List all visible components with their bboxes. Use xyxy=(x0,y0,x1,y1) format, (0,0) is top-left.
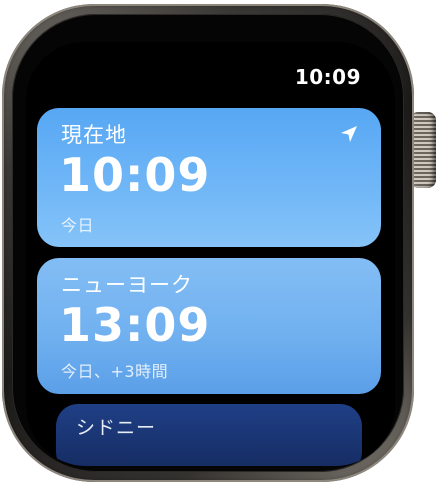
world-clock-card-sydney[interactable]: シドニー xyxy=(56,404,362,466)
clock-day-offset: 今日 xyxy=(61,216,95,235)
apple-watch-frame: 10:09 現在地 10:09 今日 ニューヨーク 13:09 今日、+3時間 … xyxy=(0,0,439,487)
world-clock-card-new-york[interactable]: ニューヨーク 13:09 今日、+3時間 xyxy=(37,258,381,394)
city-name: ニューヨーク xyxy=(61,273,193,297)
location-arrow-icon xyxy=(341,126,357,142)
city-name: 現在地 xyxy=(61,123,127,147)
watch-screen: 10:09 現在地 10:09 今日 ニューヨーク 13:09 今日、+3時間 … xyxy=(26,42,395,466)
status-bar-time: 10:09 xyxy=(294,65,361,89)
clock-day-offset: 今日、+3時間 xyxy=(61,362,169,381)
clock-time: 13:09 xyxy=(59,298,211,352)
world-clock-card-current-location[interactable]: 現在地 10:09 今日 xyxy=(37,108,381,247)
city-name: シドニー xyxy=(76,417,157,439)
clock-time: 10:09 xyxy=(59,148,211,202)
